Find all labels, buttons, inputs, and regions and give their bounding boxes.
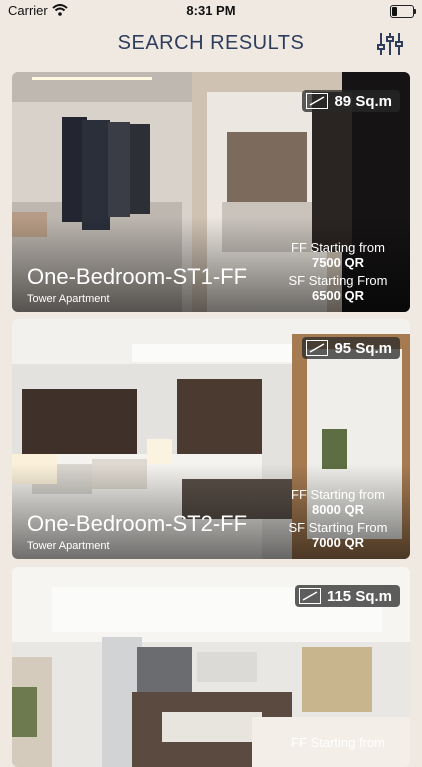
unit-type: Tower Apartment	[27, 293, 110, 305]
area-value: 115 Sq.m	[326, 587, 392, 605]
ff-price-label: FF Starting from	[291, 240, 385, 255]
listing-card[interactable]: 115 Sq.m FF Starting from	[12, 567, 410, 767]
listing-card[interactable]: 95 Sq.m One-Bedroom-ST2-FF Tower Apartme…	[12, 319, 410, 559]
area-badge: 89 Sq.m	[302, 90, 400, 112]
price-block: FF Starting from 7500 QR SF Starting Fro…	[278, 240, 398, 306]
area-value: 95 Sq.m	[334, 339, 392, 357]
battery-icon	[390, 5, 416, 18]
sf-price-value: 7000 QR	[311, 535, 365, 550]
ff-price-label: FF Starting from	[291, 487, 385, 502]
filter-sliders-icon	[377, 33, 403, 55]
price-block: FF Starting from	[278, 735, 398, 750]
sf-price-label: SF Starting From	[288, 273, 388, 288]
listing-card[interactable]: 89 Sq.m One-Bedroom-ST1-FF Tower Apartme…	[12, 72, 410, 312]
unit-name: One-Bedroom-ST2-FF	[27, 511, 248, 536]
sf-price-label: SF Starting From	[288, 520, 388, 535]
area-badge: 95 Sq.m	[302, 337, 400, 359]
area-size-icon	[298, 588, 321, 604]
area-value: 89 Sq.m	[334, 92, 392, 110]
navigation-bar: SEARCH RESULTS	[0, 22, 422, 66]
sf-price-value: 6500 QR	[311, 288, 365, 303]
clock: 8:31 PM	[186, 3, 236, 18]
status-bar: Carrier 8:31 PM	[0, 0, 422, 22]
ff-price-label: FF Starting from	[291, 735, 385, 750]
ff-price-value: 8000 QR	[311, 502, 365, 517]
area-badge: 115 Sq.m	[294, 585, 400, 607]
price-block: FF Starting from 8000 QR SF Starting Fro…	[278, 487, 398, 553]
area-size-icon	[306, 340, 329, 356]
ff-price-value: 7500 QR	[311, 255, 365, 270]
area-size-icon	[306, 93, 329, 109]
filter-button[interactable]	[376, 30, 404, 58]
unit-type: Tower Apartment	[27, 540, 110, 552]
unit-name: One-Bedroom-ST1-FF	[27, 264, 248, 289]
page-title: SEARCH RESULTS	[117, 32, 305, 54]
